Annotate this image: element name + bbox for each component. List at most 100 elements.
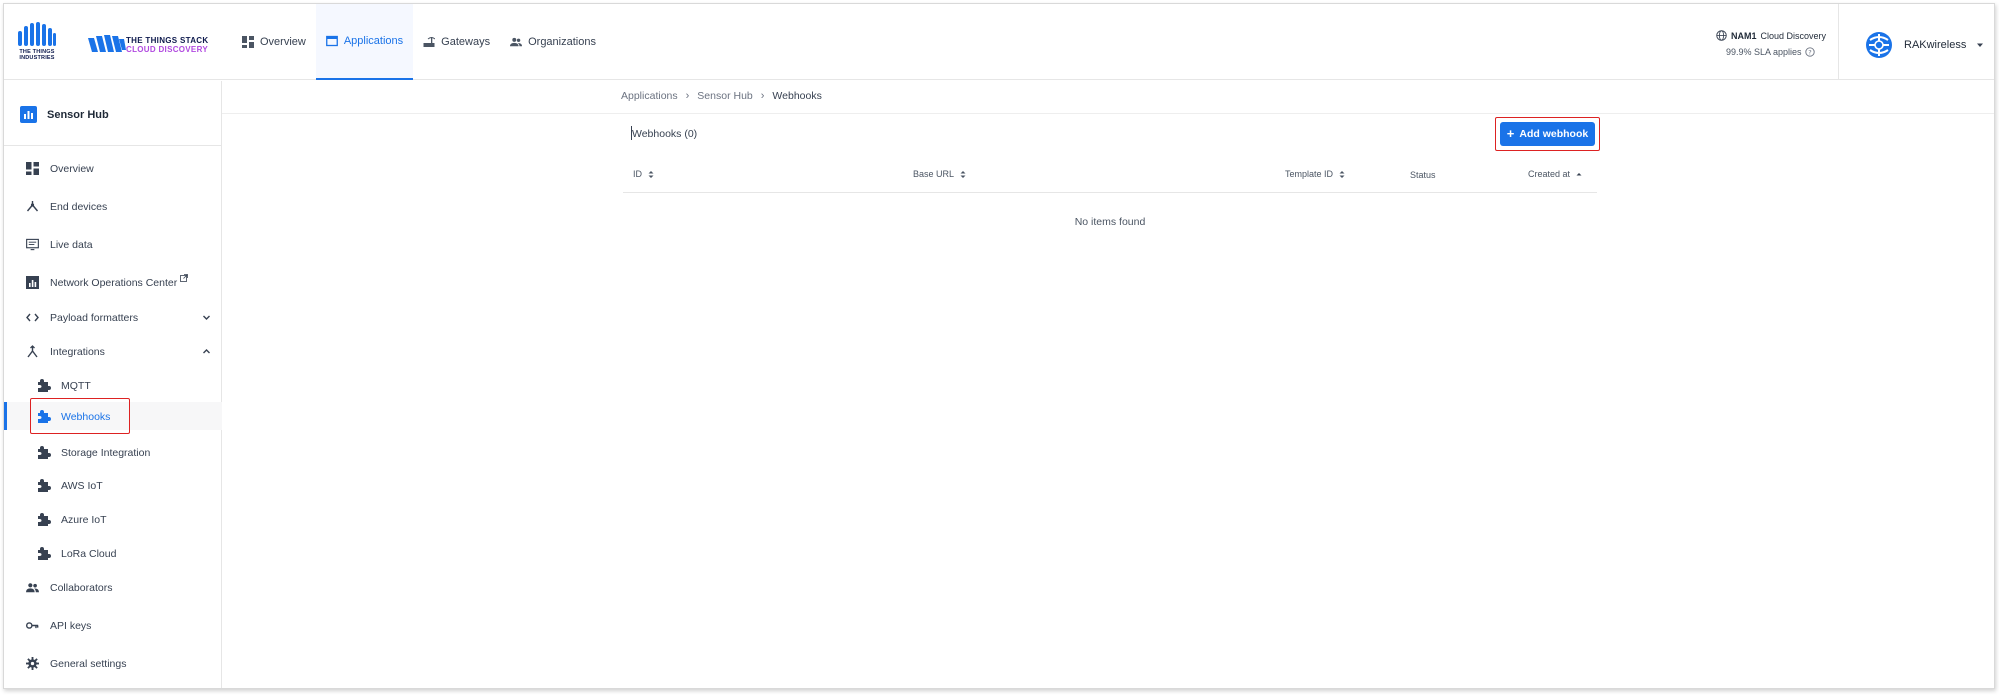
sidebar-item-label: Collaborators	[50, 582, 113, 594]
sidebar-item-aws-iot[interactable]: AWS IoT	[4, 471, 222, 499]
chevron-right-icon: ›	[760, 90, 765, 102]
chevron-right-icon: ›	[685, 90, 690, 102]
column-header-label: Template ID	[1285, 169, 1334, 179]
column-header-label: Created at	[1528, 169, 1571, 179]
table-header-divider	[623, 192, 1597, 193]
dashboard-icon	[242, 36, 254, 48]
sidebar-item-collaborators[interactable]: Collaborators	[4, 573, 222, 601]
top-header: THE THINGS INDUSTRIES THE THINGS STACK C…	[4, 4, 1994, 80]
nav-overview-label: Overview	[260, 36, 306, 48]
cluster-selector[interactable]: NAM1 Cloud Discovery 99.9% SLA applies ?	[1716, 30, 1826, 57]
app-name: Sensor Hub	[47, 108, 109, 121]
nav-organizations-label: Organizations	[528, 36, 596, 48]
sidebar-item-lora-cloud[interactable]: LoRa Cloud	[4, 539, 222, 567]
highlight-box-webhooks	[30, 398, 130, 434]
sidebar-item-mqtt[interactable]: MQTT	[4, 371, 222, 399]
chart-icon	[26, 276, 39, 289]
list-title: Webhooks (0)	[632, 128, 698, 140]
sidebar-item-api-keys[interactable]: API keys	[4, 611, 222, 639]
cluster-region: NAM1	[1731, 30, 1757, 41]
sidebar-item-payload-formatters[interactable]: Payload formatters	[4, 303, 222, 331]
dashboard-icon	[26, 162, 39, 175]
sort-icon	[648, 170, 654, 178]
column-header-template-id[interactable]: Template ID	[1285, 169, 1345, 179]
sidebar-item-label: API keys	[50, 620, 92, 632]
product-name: THE THINGS STACK CLOUD DISCOVERY	[126, 36, 208, 54]
sidebar-item-overview[interactable]: Overview	[4, 154, 222, 182]
gateway-icon	[423, 37, 436, 47]
sidebar-item-label: Live data	[50, 239, 93, 251]
caret-down-icon	[1977, 43, 1984, 47]
sidebar-item-integrations[interactable]: Integrations	[4, 337, 222, 365]
sidebar-item-label: AWS IoT	[61, 480, 103, 492]
merge-icon	[27, 345, 38, 358]
empty-state-text: No items found	[1074, 216, 1146, 228]
breadcrumb-webhooks: Webhooks	[772, 90, 822, 102]
sidebar-item-label: Network Operations Center	[50, 277, 178, 289]
main-nav: Overview Applications Gateways Organizat…	[232, 4, 606, 80]
tti-logo-icon	[18, 22, 56, 46]
user-name: RAKwireless	[1904, 39, 1967, 51]
sort-icon	[1339, 170, 1345, 178]
app-header: Sensor Hub	[20, 106, 109, 123]
chevron-down-icon	[203, 315, 210, 320]
product-name-line2: CLOUD DISCOVERY	[126, 45, 208, 54]
breadcrumb-divider	[222, 113, 1994, 114]
puzzle-icon	[38, 379, 51, 392]
highlight-box-add-webhook	[1495, 117, 1600, 151]
column-header-id[interactable]: ID	[633, 169, 654, 179]
sidebar-item-label: Storage Integration	[61, 447, 151, 459]
column-header-label: Status	[1410, 170, 1436, 180]
sidebar-divider	[4, 145, 222, 146]
breadcrumb-applications[interactable]: Applications	[621, 90, 678, 102]
sidebar-item-storage-integration[interactable]: Storage Integration	[4, 438, 222, 466]
product-name-line1: THE THINGS STACK	[126, 36, 209, 45]
help-icon[interactable]: ?	[1804, 47, 1815, 57]
sort-ascending-icon	[1576, 172, 1582, 175]
sidebar-item-label: Integrations	[50, 346, 105, 358]
tti-logo-text: THE THINGS INDUSTRIES	[19, 49, 55, 61]
code-icon	[26, 313, 39, 322]
app-window: THE THINGS INDUSTRIES THE THINGS STACK C…	[3, 3, 1995, 689]
sidebar-item-label: LoRa Cloud	[61, 548, 117, 560]
column-header-created-at[interactable]: Created at	[1528, 169, 1582, 179]
breadcrumb-sensor-hub[interactable]: Sensor Hub	[697, 90, 752, 102]
sort-icon	[960, 170, 966, 178]
tti-logo[interactable]: THE THINGS INDUSTRIES	[17, 22, 57, 66]
organization-icon	[510, 37, 523, 47]
sidebar-item-live-data[interactable]: Live data	[4, 230, 222, 258]
globe-icon	[1716, 30, 1727, 41]
svg-text:?: ?	[1808, 49, 1811, 57]
people-icon	[26, 583, 39, 593]
avatar	[1866, 32, 1892, 58]
sidebar-item-label: General settings	[50, 658, 127, 670]
sidebar-item-label: Payload formatters	[50, 312, 139, 324]
nav-applications[interactable]: Applications	[315, 4, 414, 80]
tts-logo-icon[interactable]	[86, 34, 126, 56]
sidebar-item-azure-iot[interactable]: Azure IoT	[4, 505, 222, 533]
application-icon	[325, 35, 338, 47]
sidebar-item-label: Azure IoT	[61, 514, 107, 526]
application-badge-icon	[20, 106, 37, 123]
sidebar-item-label: End devices	[50, 201, 108, 213]
puzzle-icon	[38, 479, 51, 492]
sidebar-item-label: MQTT	[61, 380, 91, 392]
sidebar-item-label: Overview	[50, 163, 94, 175]
sidebar-item-general-settings[interactable]: General settings	[4, 649, 222, 677]
sidebar: Sensor Hub Overview End devices Live dat…	[4, 81, 222, 688]
live-data-icon	[26, 238, 39, 251]
cluster-name: Cloud Discovery	[1760, 30, 1827, 41]
column-header-base-url[interactable]: Base URL	[913, 169, 966, 179]
user-menu[interactable]: RAKwireless	[1864, 30, 1984, 60]
key-icon	[26, 622, 39, 629]
nav-organizations[interactable]: Organizations	[500, 4, 606, 80]
puzzle-icon	[38, 446, 51, 459]
nav-gateways[interactable]: Gateways	[413, 4, 500, 80]
column-header-status: Status	[1410, 170, 1436, 180]
nav-applications-label: Applications	[343, 35, 404, 47]
sidebar-item-end-devices[interactable]: End devices	[4, 192, 222, 220]
column-header-label: ID	[633, 169, 642, 179]
column-header-label: Base URL	[913, 169, 955, 179]
nav-overview[interactable]: Overview	[232, 4, 316, 80]
sidebar-item-network-operations-center[interactable]: Network Operations Center	[4, 268, 222, 296]
